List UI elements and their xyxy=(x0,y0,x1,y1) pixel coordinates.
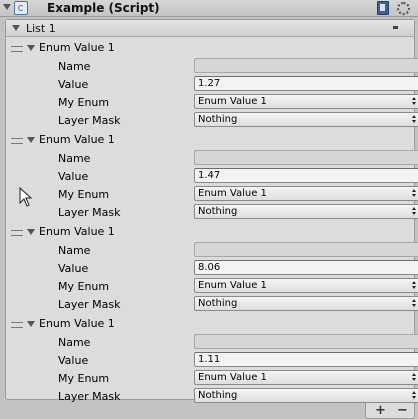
my-enum-dropdown[interactable]: Enum Value 1 xyxy=(194,94,418,109)
name-field[interactable] xyxy=(194,334,418,349)
dropdown-value: Enum Value 1 xyxy=(198,372,267,383)
layer-mask-row: Layer Mask Nothing xyxy=(58,112,418,128)
drag-handle-icon[interactable] xyxy=(11,230,23,236)
element-title[interactable]: Enum Value 1 xyxy=(39,317,115,330)
dropdown-arrows-icon xyxy=(412,189,416,198)
layer-mask-dropdown[interactable]: Nothing xyxy=(194,112,418,127)
my-enum-row: My Enum Enum Value 1 xyxy=(58,186,418,202)
collapse-button[interactable] xyxy=(393,26,398,29)
my-enum-dropdown[interactable]: Enum Value 1 xyxy=(194,370,418,385)
dropdown-value: Enum Value 1 xyxy=(198,188,267,199)
element-title[interactable]: Enum Value 1 xyxy=(39,133,115,146)
list-footer: + − xyxy=(365,403,415,419)
my-enum-dropdown[interactable]: Enum Value 1 xyxy=(194,278,418,293)
value-label: Value xyxy=(58,78,89,91)
mouse-cursor-icon xyxy=(19,187,33,207)
layer-mask-label: Layer Mask xyxy=(58,114,121,127)
drag-handle-icon[interactable] xyxy=(11,138,23,144)
book-icon[interactable] xyxy=(377,1,389,15)
dropdown-arrows-icon xyxy=(412,97,416,106)
reorderable-list: List 1 Enum Value 1 Name Value 1.27 My E… xyxy=(5,19,418,403)
dropdown-value: Enum Value 1 xyxy=(198,96,267,107)
dropdown-value: Nothing xyxy=(198,298,238,309)
name-row: Name xyxy=(58,334,418,350)
name-row: Name xyxy=(58,58,418,74)
list-header[interactable]: List 1 xyxy=(6,20,414,37)
my-enum-row: My Enum Enum Value 1 xyxy=(58,370,418,386)
layer-mask-label: Layer Mask xyxy=(58,390,121,403)
layer-mask-label: Layer Mask xyxy=(58,298,121,311)
element-title[interactable]: Enum Value 1 xyxy=(39,225,115,238)
dropdown-arrows-icon xyxy=(412,391,416,400)
value-label: Value xyxy=(58,262,89,275)
remove-element-button[interactable]: − xyxy=(397,404,408,417)
triangle-down-icon[interactable] xyxy=(27,229,35,235)
triangle-down-icon[interactable] xyxy=(27,45,35,51)
value-field[interactable]: 1.47 xyxy=(194,168,418,183)
value-label: Value xyxy=(58,354,89,367)
layer-mask-label: Layer Mask xyxy=(58,206,121,219)
component-title: Example (Script) xyxy=(47,1,160,15)
element-title[interactable]: Enum Value 1 xyxy=(39,41,115,54)
layer-mask-row: Layer Mask Nothing xyxy=(58,388,418,404)
name-field[interactable] xyxy=(194,242,418,257)
dropdown-value: Enum Value 1 xyxy=(198,280,267,291)
list-element: Enum Value 1 Name Value 1.11 My Enum Enu… xyxy=(6,316,418,408)
name-row: Name xyxy=(58,242,418,258)
value-row: Value 1.11 xyxy=(58,352,418,368)
layer-mask-dropdown[interactable]: Nothing xyxy=(194,204,418,219)
list-element: Enum Value 1 Name Value 1.27 My Enum Enu… xyxy=(6,40,418,132)
triangle-down-icon[interactable] xyxy=(27,321,35,327)
name-label: Name xyxy=(58,336,91,349)
my-enum-label: My Enum xyxy=(58,280,110,293)
value-row: Value 1.27 xyxy=(58,76,418,92)
dropdown-arrows-icon xyxy=(412,207,416,216)
value-label: Value xyxy=(58,170,89,183)
name-label: Name xyxy=(58,60,91,73)
dropdown-arrows-icon xyxy=(412,281,416,290)
list-element: Enum Value 1 Name Value 8.06 My Enum Enu… xyxy=(6,224,418,316)
name-label: Name xyxy=(58,152,91,165)
dropdown-value: Nothing xyxy=(198,390,238,401)
drag-handle-icon[interactable] xyxy=(11,322,23,328)
layer-mask-row: Layer Mask Nothing xyxy=(58,296,418,312)
dropdown-value: Nothing xyxy=(198,206,238,217)
value-field[interactable]: 8.06 xyxy=(194,260,418,275)
name-label: Name xyxy=(58,244,91,257)
dropdown-value: Nothing xyxy=(198,114,238,125)
my-enum-label: My Enum xyxy=(58,188,110,201)
my-enum-row: My Enum Enum Value 1 xyxy=(58,278,418,294)
add-element-button[interactable]: + xyxy=(375,404,386,417)
list-element: Enum Value 1 Name Value 1.47 My Enum Enu… xyxy=(6,132,418,224)
drag-handle-icon[interactable] xyxy=(11,46,23,52)
layer-mask-row: Layer Mask Nothing xyxy=(58,204,418,220)
name-field[interactable] xyxy=(194,58,418,73)
triangle-down-icon[interactable] xyxy=(3,4,11,10)
name-row: Name xyxy=(58,150,418,166)
component-header: Example (Script) xyxy=(0,0,418,17)
triangle-down-icon[interactable] xyxy=(12,25,20,31)
name-field[interactable] xyxy=(194,150,418,165)
my-enum-label: My Enum xyxy=(58,372,110,385)
value-row: Value 1.47 xyxy=(58,168,418,184)
layer-mask-dropdown[interactable]: Nothing xyxy=(194,296,418,311)
my-enum-row: My Enum Enum Value 1 xyxy=(58,94,418,110)
my-enum-label: My Enum xyxy=(58,96,110,109)
triangle-down-icon[interactable] xyxy=(27,137,35,143)
value-field[interactable]: 1.11 xyxy=(194,352,418,367)
my-enum-dropdown[interactable]: Enum Value 1 xyxy=(194,186,418,201)
dropdown-arrows-icon xyxy=(412,299,416,308)
dropdown-arrows-icon xyxy=(412,115,416,124)
gear-icon[interactable] xyxy=(397,2,410,15)
layer-mask-dropdown[interactable]: Nothing xyxy=(194,388,418,403)
dropdown-arrows-icon xyxy=(412,373,416,382)
value-row: Value 8.06 xyxy=(58,260,418,276)
script-icon xyxy=(14,1,28,15)
list-title: List 1 xyxy=(26,22,56,35)
value-field[interactable]: 1.27 xyxy=(194,76,418,91)
